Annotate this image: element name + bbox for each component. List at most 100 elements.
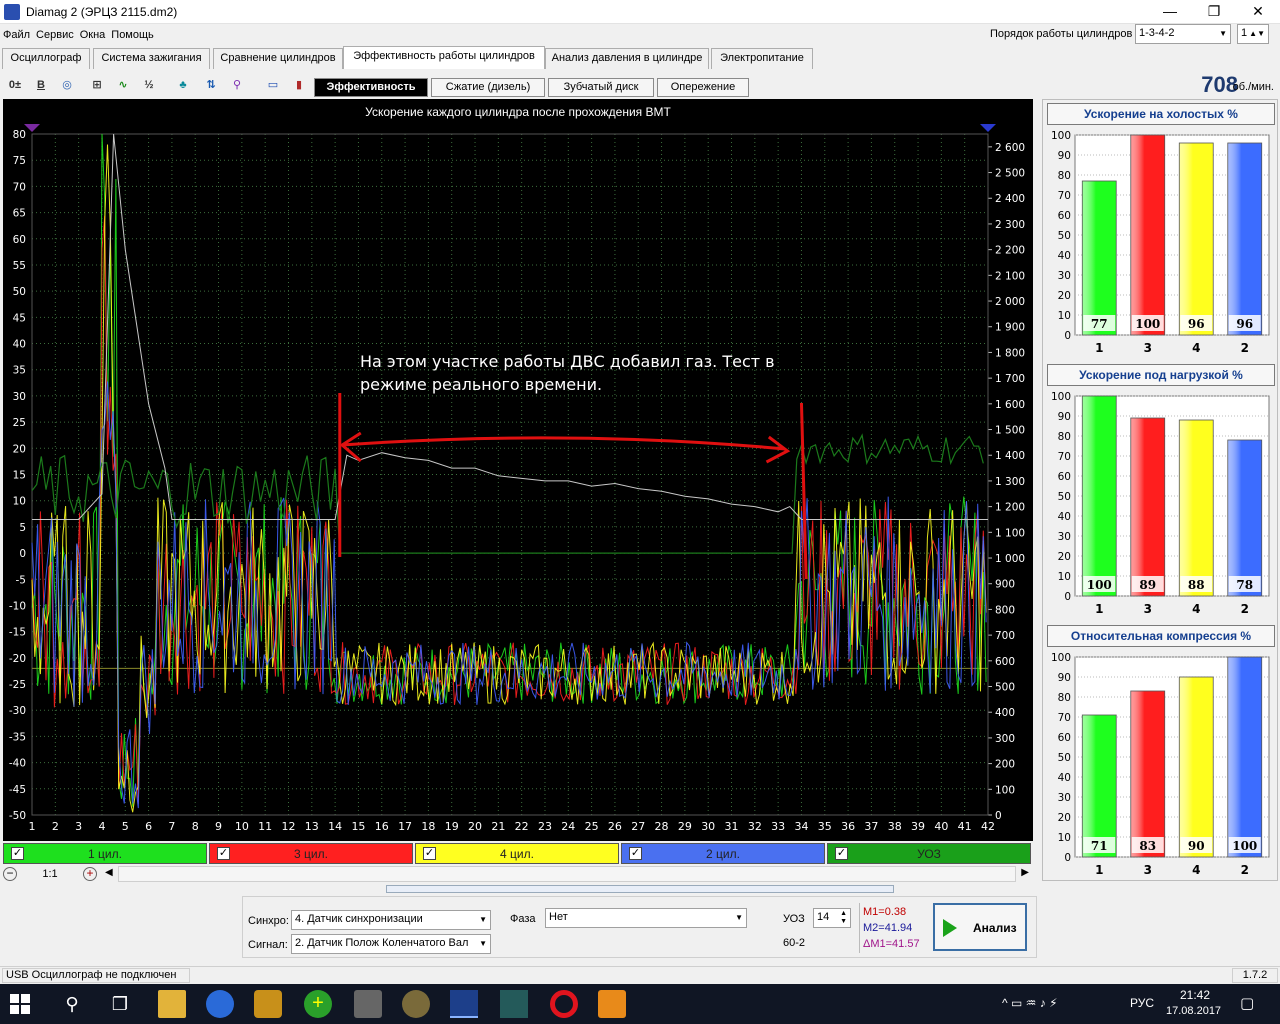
x-tick-label: 30 <box>701 820 715 833</box>
menu-help[interactable]: Помощь <box>108 27 157 43</box>
x-tick-label: 1 <box>29 820 36 833</box>
algorithm-icon[interactable]: ½ <box>138 74 160 96</box>
y-tick-label: 0 <box>1064 852 1071 864</box>
tray-icons[interactable]: ^ ▭ ♒ ♪ ⚡ <box>1002 996 1058 1010</box>
cylinder-number-select[interactable]: 1 ▲▼ <box>1237 24 1269 44</box>
app-icon <box>4 4 20 20</box>
phase-select[interactable]: Нет ▼ <box>545 908 747 928</box>
filter-icon[interactable]: ⚲ <box>226 74 248 96</box>
bar-shade <box>1227 439 1263 597</box>
tree-icon[interactable]: ♣ <box>172 74 194 96</box>
y-tick-label: 50 <box>1058 752 1071 764</box>
menu-file[interactable]: Файл <box>0 27 33 43</box>
task-view-icon[interactable]: ❐ <box>106 990 134 1018</box>
tab-cylinder-compare[interactable]: Сравнение цилиндров <box>213 48 343 69</box>
file-explorer-icon[interactable] <box>158 990 186 1018</box>
scroll-right-icon[interactable]: ▶ <box>1021 867 1029 878</box>
x-tick-label: 41 <box>958 820 972 833</box>
car-icon[interactable]: ▭ <box>262 74 284 96</box>
scroll-left-icon[interactable]: ◀ <box>105 867 113 878</box>
media-player-icon[interactable] <box>598 990 626 1018</box>
tab-power[interactable]: Электропитание <box>711 48 813 69</box>
horizontal-scrollbar[interactable]: ◀ ▶ <box>105 866 1029 882</box>
uoz-stepper[interactable]: 14 ▲ ▼ <box>813 908 851 928</box>
y-right-tick-label: 1 200 <box>995 502 1025 514</box>
tab-pressure-analysis[interactable]: Анализ давления в цилиндре <box>545 48 709 69</box>
uoz-value: 14 <box>817 911 830 923</box>
rpm-gauge-icon[interactable]: ◎ <box>56 74 78 96</box>
browser-icon[interactable] <box>206 990 234 1018</box>
plus-app-icon[interactable]: + <box>304 990 332 1018</box>
legend-item[interactable]: 1 цил. ✓ <box>3 843 207 864</box>
x-tick-label: 23 <box>538 820 552 833</box>
marker-m2: M2=41.94 <box>863 922 913 934</box>
zoom-out-icon[interactable]: − <box>3 867 17 881</box>
x-category-label: 2 <box>1241 863 1249 877</box>
x-tick-label: 20 <box>468 820 482 833</box>
battery-icon[interactable]: ▮ <box>288 74 310 96</box>
x-tick-label: 10 <box>235 820 249 833</box>
zero-icon[interactable]: 0± <box>4 74 26 96</box>
clock-date[interactable]: 17.08.2017 <box>1166 1005 1221 1017</box>
legend-checkbox[interactable]: ✓ <box>835 847 848 860</box>
legend-item[interactable]: 4 цил. ✓ <box>415 843 619 864</box>
cylinder-order-select[interactable]: 1-3-4-2 ▼ <box>1135 24 1231 44</box>
clock-time[interactable]: 21:42 <box>1180 988 1210 1002</box>
minimize-button[interactable]: — <box>1148 0 1192 24</box>
bar-shade <box>1081 714 1117 858</box>
bold-b-icon[interactable]: B <box>30 74 52 96</box>
sync-select[interactable]: 4. Датчик синхронизации ▼ <box>291 910 491 930</box>
x-tick-label: 2 <box>52 820 59 833</box>
subtab-compression[interactable]: Сжатие (дизель) <box>431 78 545 97</box>
analyze-button[interactable]: Анализ <box>933 903 1027 951</box>
cylinder-order-label: Порядок работы цилиндров <box>990 28 1133 40</box>
app-icon-3[interactable] <box>402 990 430 1018</box>
subtab-advance[interactable]: Опережение <box>657 78 749 97</box>
panel-splitter[interactable] <box>386 885 894 893</box>
zoom-value: 1:1 <box>42 868 58 880</box>
legend-item[interactable]: 3 цил. ✓ <box>209 843 413 864</box>
y-right-tick-label: 1 900 <box>995 322 1025 334</box>
menu-service[interactable]: Сервис <box>33 27 77 43</box>
x-tick-label: 16 <box>375 820 389 833</box>
sync-value: 4. Датчик синхронизации <box>295 913 423 925</box>
notifications-icon[interactable]: ▢ <box>1240 994 1254 1012</box>
numbering-icon[interactable]: ⇅ <box>200 74 222 96</box>
diamag-taskbar-icon[interactable] <box>450 990 478 1018</box>
y-tick-label: 90 <box>1058 672 1071 684</box>
oscilloscope-app-icon[interactable] <box>500 990 528 1018</box>
trend-icon[interactable]: ∿ <box>112 74 134 96</box>
y-tick-label: 10 <box>1058 310 1071 322</box>
legend-checkbox[interactable]: ✓ <box>217 847 230 860</box>
y-right-tick-label: 2 100 <box>995 270 1025 282</box>
windows-start-icon[interactable] <box>10 994 30 1014</box>
zoom-scroll-row: − 1:1 + ◀ ▶ <box>0 866 1034 882</box>
app-icon-2[interactable] <box>354 990 382 1018</box>
maximize-button[interactable]: ❐ <box>1192 0 1236 24</box>
tab-oscilloscope[interactable]: Осциллограф <box>2 48 90 69</box>
scale-icon[interactable]: ⊞ <box>86 74 108 96</box>
divider <box>859 903 860 953</box>
legend-item[interactable]: 2 цил. ✓ <box>621 843 825 864</box>
status-usb: USB Осциллограф не подключен <box>2 968 190 983</box>
legend-checkbox[interactable]: ✓ <box>423 847 436 860</box>
close-button[interactable]: ✕ <box>1236 0 1280 24</box>
subtab-efficiency[interactable]: Эффективность <box>314 78 428 97</box>
language-indicator[interactable]: РУС <box>1130 996 1154 1010</box>
bar-value-label: 100 <box>1232 839 1257 853</box>
tab-ignition[interactable]: Система зажигания <box>93 48 210 69</box>
zoom-in-icon[interactable]: + <box>83 867 97 881</box>
opera-icon[interactable] <box>550 990 578 1018</box>
app-icon-1[interactable] <box>254 990 282 1018</box>
acceleration-chart[interactable]: Ускорение каждого цилиндра после прохожд… <box>3 99 1033 841</box>
compression-title: Относительная компрессия % <box>1047 625 1275 647</box>
tab-cylinder-efficiency[interactable]: Эффективность работы цилиндров <box>343 46 545 69</box>
legend-checkbox[interactable]: ✓ <box>11 847 24 860</box>
search-icon[interactable]: ⚲ <box>58 990 86 1018</box>
menu-windows[interactable]: Окна <box>77 27 109 43</box>
legend-checkbox[interactable]: ✓ <box>629 847 642 860</box>
subtab-toothed-disk[interactable]: Зубчатый диск <box>548 78 654 97</box>
signal-select[interactable]: 2. Датчик Полож Коленчатого Вал ▼ <box>291 934 491 954</box>
trace-rpm <box>32 133 988 520</box>
legend-item[interactable]: УОЗ ✓ <box>827 843 1031 864</box>
